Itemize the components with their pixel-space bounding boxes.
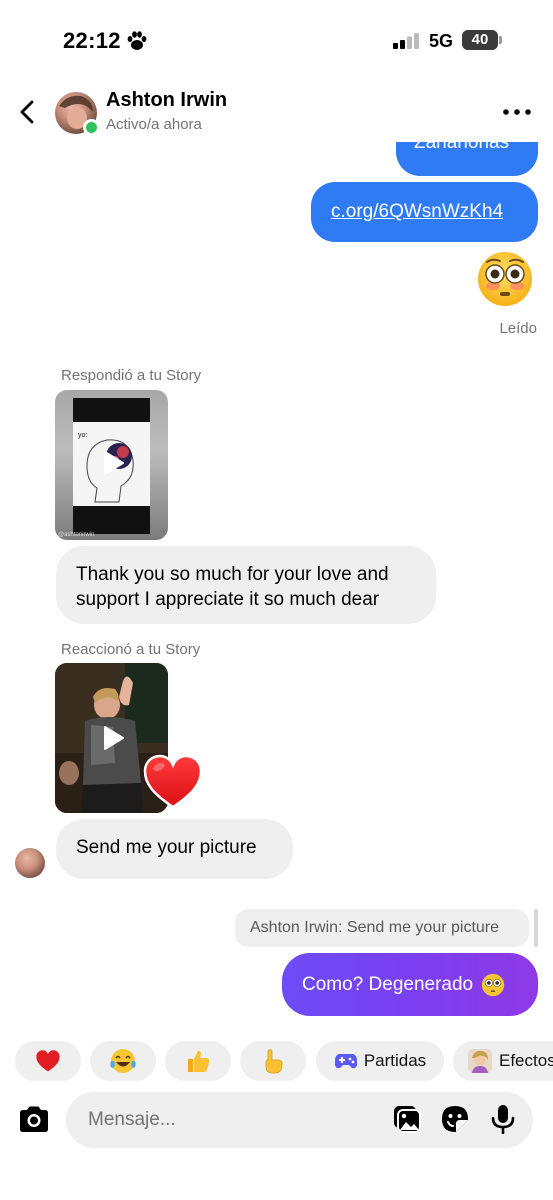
- outgoing-link-message[interactable]: c.org/6QWsnWzKh4: [311, 182, 538, 242]
- message-text: Zanahorias: [414, 142, 510, 153]
- avatar[interactable]: [15, 848, 45, 878]
- camera-icon[interactable]: [16, 1102, 52, 1138]
- message-composer: [0, 1090, 553, 1150]
- reply-quote[interactable]: Ashton Irwin: Send me your picture: [235, 909, 529, 947]
- tears-of-joy-icon: [110, 1049, 136, 1073]
- effects-avatar-icon: [468, 1049, 492, 1073]
- quick-action-effects[interactable]: Efectos: [453, 1041, 553, 1081]
- contact-name[interactable]: Ashton Irwin: [106, 89, 227, 112]
- play-icon[interactable]: [97, 723, 127, 753]
- contact-avatar[interactable]: [55, 92, 100, 136]
- message-text: Send me your picture: [76, 837, 257, 858]
- message-link[interactable]: c.org/6QWsnWzKh4: [331, 201, 503, 222]
- story-thumbnail[interactable]: yo: @ashtonirwin: [55, 390, 168, 540]
- quick-reaction-laugh[interactable]: [90, 1041, 156, 1081]
- message-text: Thank you so much for your love and supp…: [76, 564, 389, 610]
- network-label: 5G: [429, 31, 454, 51]
- story-react-label: Reaccionó a tu Story: [61, 641, 201, 658]
- signal-icon: [393, 33, 419, 49]
- quick-action-label: Efectos: [499, 1051, 553, 1070]
- message-text: Como? Degenerado: [302, 973, 474, 995]
- quick-reaction-heart[interactable]: [15, 1041, 81, 1081]
- gallery-icon[interactable]: [392, 1104, 422, 1134]
- quick-reaction-point[interactable]: [240, 1041, 306, 1081]
- red-heart-icon: [36, 1050, 60, 1072]
- thumbs-up-icon: [188, 1050, 210, 1072]
- chevron-left-icon[interactable]: [14, 98, 42, 126]
- flushed-face-icon[interactable]: [476, 250, 534, 308]
- flushed-face-icon: [481, 973, 505, 996]
- contact-status: Activo/a ahora: [106, 116, 202, 133]
- story-caption: @ashtonirwin: [58, 532, 95, 538]
- outgoing-message[interactable]: Como? Degenerado: [282, 953, 538, 1016]
- outgoing-message[interactable]: Zanahorias: [396, 142, 538, 176]
- quick-reactions-bar: Partidas Efectos: [0, 1041, 553, 1083]
- story-reply-label: Respondió a tu Story: [61, 367, 202, 384]
- quick-reaction-thumbs-up[interactable]: [165, 1041, 231, 1081]
- seen-label: Leído: [499, 320, 537, 337]
- chat-header: Ashton Irwin Activo/a ahora: [0, 80, 553, 142]
- play-icon[interactable]: [97, 448, 127, 478]
- more-horizontal-icon[interactable]: [500, 102, 534, 122]
- pointing-hand-icon: [265, 1049, 283, 1074]
- status-time: 22:12: [63, 28, 121, 53]
- reply-quote-text: Ashton Irwin: Send me your picture: [250, 919, 500, 936]
- incoming-message[interactable]: Send me your picture: [56, 819, 293, 879]
- microphone-icon[interactable]: [490, 1104, 516, 1134]
- sticker-icon[interactable]: [440, 1104, 470, 1134]
- status-bar: 22:12 5G 40: [0, 0, 553, 80]
- quick-action-label: Partidas: [363, 1051, 427, 1070]
- red-heart-icon[interactable]: [142, 753, 204, 811]
- battery-icon: 40: [462, 30, 502, 50]
- reply-quote-bar: [534, 909, 538, 947]
- incoming-message[interactable]: Thank you so much for your love and supp…: [56, 546, 436, 624]
- battery-level: 40: [471, 31, 489, 48]
- message-list[interactable]: Zanahorias c.org/6QWsnWzKh4 Leído Respon…: [0, 142, 553, 1032]
- quick-action-games[interactable]: Partidas: [316, 1041, 444, 1081]
- paw-icon: [127, 31, 147, 50]
- online-indicator: [83, 119, 100, 136]
- game-controller-icon: [334, 1054, 357, 1069]
